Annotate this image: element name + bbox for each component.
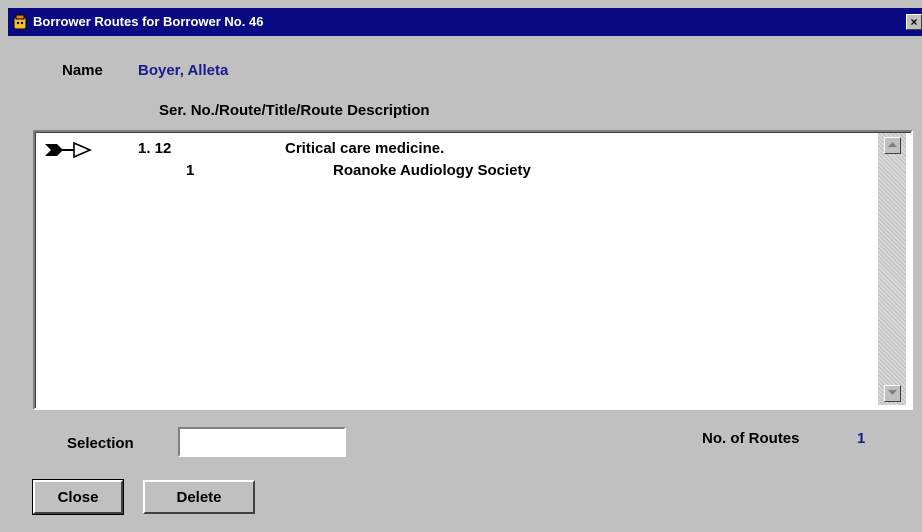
selection-label: Selection xyxy=(67,435,134,452)
routes-count-label: No. of Routes xyxy=(702,430,800,447)
chevron-up-icon xyxy=(888,142,897,147)
scroll-down-button[interactable] xyxy=(884,385,901,402)
column-header: Ser. No./Route/Title/Route Description xyxy=(159,102,430,119)
scroll-up-button[interactable] xyxy=(884,137,901,154)
selection-input[interactable] xyxy=(178,427,346,457)
route-description: Roanoke Audiology Society xyxy=(333,162,531,179)
chevron-down-icon xyxy=(888,390,897,395)
route-number: 1 xyxy=(186,162,195,179)
serial-number: 1. 12 xyxy=(138,140,172,157)
routes-list[interactable]: 1. 12 Critical care medicine. 1 Roanoke … xyxy=(33,130,913,410)
borrower-name: Boyer, Alleta xyxy=(138,62,229,79)
vertical-scrollbar[interactable] xyxy=(878,133,906,405)
title: Critical care medicine. xyxy=(285,140,445,157)
delete-button[interactable]: Delete xyxy=(143,480,255,514)
title-bar: Borrower Routes for Borrower No. 46 × xyxy=(8,8,922,36)
arrow-pointer-icon xyxy=(44,141,92,159)
close-window-icon[interactable]: × xyxy=(906,14,922,30)
window-title: Borrower Routes for Borrower No. 46 xyxy=(33,14,264,29)
routes-count: 1 xyxy=(857,430,866,447)
name-label: Name xyxy=(62,62,103,79)
folder-app-icon xyxy=(12,14,28,30)
close-button[interactable]: Close xyxy=(32,479,124,515)
